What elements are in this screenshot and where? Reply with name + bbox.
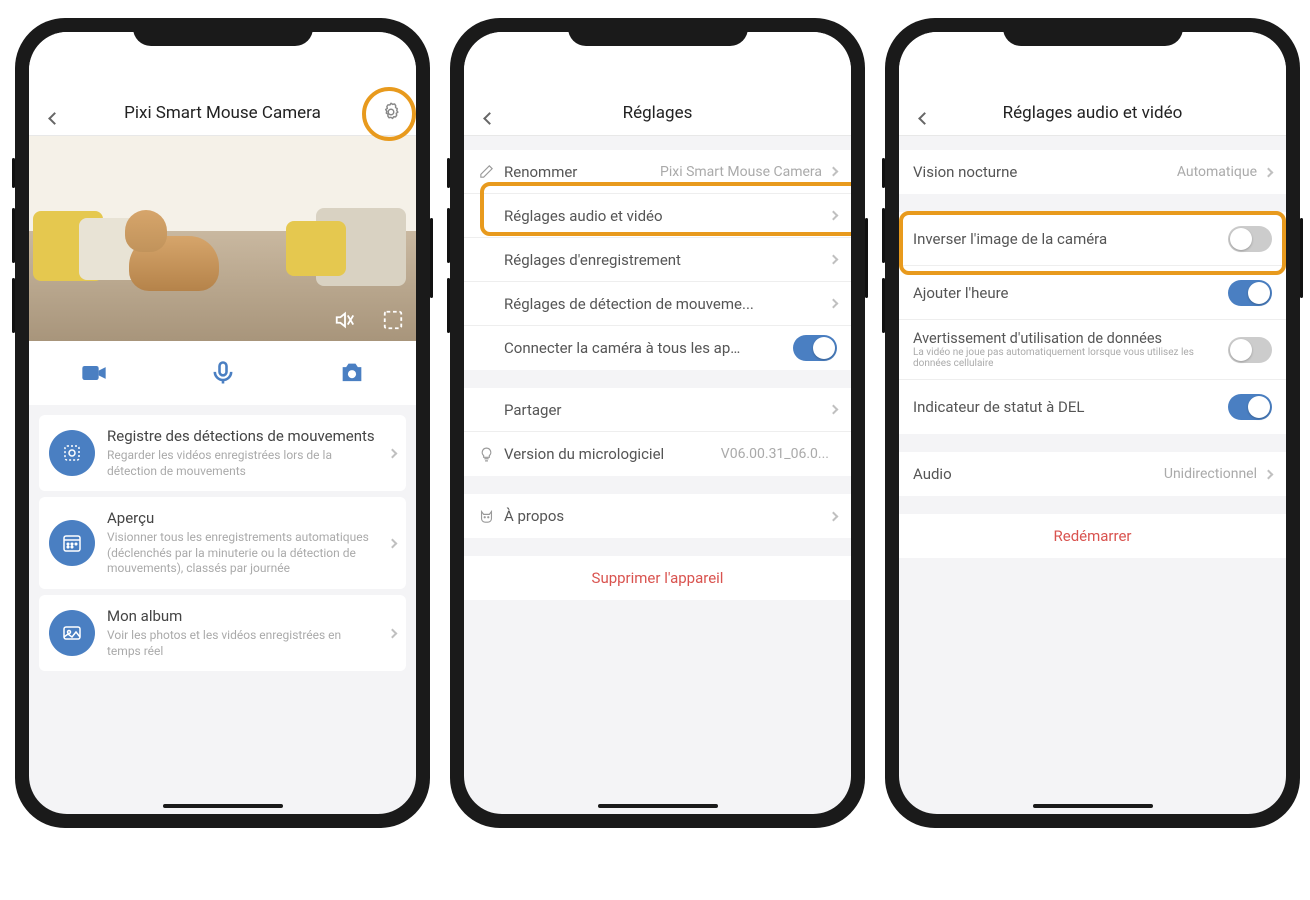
fullscreen-icon[interactable] <box>382 309 404 331</box>
home-indicator[interactable] <box>163 804 283 808</box>
menu-item-title: Registre des détections de mouvements <box>107 427 377 445</box>
row-label: Renommer <box>504 163 577 181</box>
home-indicator[interactable] <box>1033 804 1153 808</box>
row-motion-settings[interactable]: Réglages de détection de mouveme... <box>464 282 851 326</box>
page-title: Réglages audio et vidéo <box>939 103 1246 123</box>
row-label: Avertissement d'utilisation de données <box>913 330 1228 347</box>
cat-face-icon <box>478 508 495 525</box>
motion-icon <box>60 441 84 465</box>
nav-bar: Réglages audio et vidéo <box>899 32 1286 136</box>
menu-overview[interactable]: Aperçu Visionner tous les enregistrement… <box>39 497 406 589</box>
row-night-vision[interactable]: Vision nocturne Automatique <box>899 150 1286 194</box>
row-label: Réglages d'enregistrement <box>504 251 681 269</box>
menu-item-desc: Voir les photos et les vidéos enregistré… <box>107 628 377 659</box>
row-label: Audio <box>913 465 952 483</box>
row-label: Ajouter l'heure <box>913 284 1009 302</box>
row-label: Réglages audio et vidéo <box>504 207 663 225</box>
chevron-right-icon <box>829 299 839 309</box>
toggle-connect[interactable] <box>793 335 837 361</box>
back-button[interactable] <box>909 114 939 123</box>
nav-bar: Réglages <box>464 32 851 136</box>
chevron-right-icon <box>1264 167 1274 177</box>
chevron-right-icon <box>388 538 398 548</box>
back-button[interactable] <box>39 114 69 123</box>
camera-feed[interactable] <box>29 136 416 341</box>
edit-icon <box>478 163 495 180</box>
cat-image <box>129 236 219 291</box>
toggle-flip[interactable] <box>1228 226 1272 252</box>
chevron-left-icon <box>483 112 496 125</box>
camera-icon[interactable] <box>338 359 366 387</box>
row-label: Connecter la caméra à tous les appar... <box>504 339 744 357</box>
video-icon[interactable] <box>80 359 108 387</box>
row-label: Indicateur de statut à DEL <box>913 398 1085 416</box>
row-add-time[interactable]: Ajouter l'heure <box>899 266 1286 320</box>
page-title: Pixi Smart Mouse Camera <box>69 103 376 123</box>
row-flip-image[interactable]: Inverser l'image de la caméra <box>899 212 1286 266</box>
mute-icon[interactable] <box>334 309 356 331</box>
chevron-right-icon <box>829 255 839 265</box>
row-connect-all[interactable]: Connecter la caméra à tous les appar... <box>464 326 851 370</box>
page-title: Réglages <box>504 103 811 123</box>
chevron-right-icon <box>829 511 839 521</box>
chevron-right-icon <box>1264 469 1274 479</box>
row-rename[interactable]: Renommer Pixi Smart Mouse Camera <box>464 150 851 194</box>
row-led[interactable]: Indicateur de statut à DEL <box>899 380 1286 434</box>
toggle-data[interactable] <box>1228 337 1272 363</box>
row-value: Unidirectionnel <box>1164 466 1257 482</box>
chevron-left-icon <box>48 112 61 125</box>
home-indicator[interactable] <box>598 804 718 808</box>
row-about[interactable]: À propos <box>464 494 851 538</box>
row-label: Partager <box>504 401 562 419</box>
row-label: Vision nocturne <box>913 163 1017 181</box>
album-icon <box>60 621 84 645</box>
row-value: Pixi Smart Mouse Camera <box>660 164 822 180</box>
restart-button[interactable]: Redémarrer <box>899 514 1286 558</box>
chevron-right-icon <box>388 628 398 638</box>
chevron-right-icon <box>829 405 839 415</box>
chevron-right-icon <box>388 448 398 458</box>
row-audio[interactable]: Audio Unidirectionnel <box>899 452 1286 496</box>
delete-device-button[interactable]: Supprimer l'appareil <box>464 556 851 600</box>
chevron-right-icon <box>829 211 839 221</box>
row-label: À propos <box>504 507 564 525</box>
calendar-icon <box>60 531 84 555</box>
restart-label: Redémarrer <box>1054 527 1132 545</box>
row-label: Inverser l'image de la caméra <box>913 230 1107 248</box>
delete-label: Supprimer l'appareil <box>592 569 724 587</box>
row-value: Automatique <box>1177 164 1257 180</box>
nav-bar: Pixi Smart Mouse Camera <box>29 32 416 136</box>
bulb-icon <box>478 446 495 463</box>
chevron-left-icon <box>918 112 931 125</box>
row-av-settings[interactable]: Réglages audio et vidéo <box>464 194 851 238</box>
row-share[interactable]: Partager <box>464 388 851 432</box>
row-label: Version du micrologiciel <box>504 445 664 463</box>
mic-icon[interactable] <box>209 359 237 387</box>
menu-album[interactable]: Mon album Voir les photos et les vidéos … <box>39 595 406 671</box>
menu-item-desc: Regarder les vidéos enregistrées lors de… <box>107 448 377 479</box>
row-data-warning[interactable]: Avertissement d'utilisation de données L… <box>899 320 1286 380</box>
menu-item-desc: Visionner tous les enregistrements autom… <box>107 530 377 577</box>
toggle-time[interactable] <box>1228 280 1272 306</box>
toggle-led[interactable] <box>1228 394 1272 420</box>
menu-item-title: Aperçu <box>107 509 377 527</box>
highlight-ring <box>362 87 416 141</box>
chevron-right-icon <box>829 167 839 177</box>
row-firmware[interactable]: Version du micrologiciel V06.00.31_06.0.… <box>464 432 851 476</box>
action-toolbar <box>29 341 416 405</box>
row-sublabel: La vidéo ne joue pas automatiquement lor… <box>913 347 1228 369</box>
row-value: V06.00.31_06.0... <box>721 446 829 462</box>
menu-item-title: Mon album <box>107 607 377 625</box>
back-button[interactable] <box>474 114 504 123</box>
menu-motion-log[interactable]: Registre des détections de mouvements Re… <box>39 415 406 491</box>
row-label: Réglages de détection de mouveme... <box>504 295 754 313</box>
row-rec-settings[interactable]: Réglages d'enregistrement <box>464 238 851 282</box>
